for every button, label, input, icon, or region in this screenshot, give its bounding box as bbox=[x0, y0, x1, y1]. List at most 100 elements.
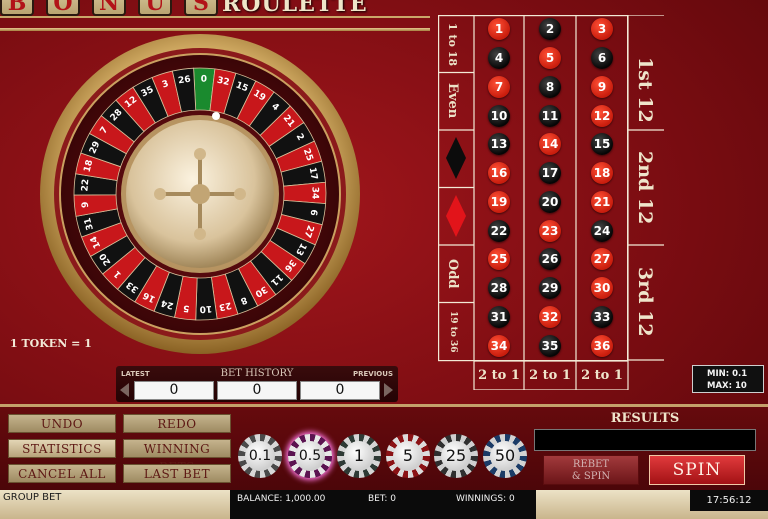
bet-number-33[interactable]: 33 bbox=[576, 303, 628, 332]
wheel-pocket-number: 34 bbox=[309, 187, 319, 200]
bet-2nd-12[interactable]: 2nd 12 bbox=[628, 151, 664, 224]
redo-button[interactable]: REDO bbox=[123, 414, 231, 433]
bet-number-15[interactable]: 15 bbox=[576, 130, 628, 159]
black-diamond-bet[interactable] bbox=[446, 137, 466, 179]
bet-number-34[interactable]: 34 bbox=[474, 331, 524, 360]
number-label: 25 bbox=[488, 248, 510, 271]
bet-number-27[interactable]: 27 bbox=[576, 245, 628, 274]
bet-number-13[interactable]: 13 bbox=[474, 130, 524, 159]
chip-25[interactable]: 25 bbox=[434, 434, 478, 478]
roulette-wheel: 0 32 15 19 4 21 2 25 17 34 6 27 13 36 11 30 8 23 10 5 24 16 33… bbox=[38, 32, 363, 357]
bet-number-17[interactable]: 17 bbox=[524, 159, 576, 188]
bet-number-19[interactable]: 19 bbox=[474, 188, 524, 217]
undo-button[interactable]: UNDO bbox=[8, 414, 116, 433]
logo-tile: N bbox=[92, 0, 126, 16]
bet-number-9[interactable]: 9 bbox=[576, 73, 628, 102]
bet-number-21[interactable]: 21 bbox=[576, 188, 628, 217]
bet-number-31[interactable]: 31 bbox=[474, 303, 524, 332]
bet-column-1[interactable]: 2 to 1 bbox=[474, 361, 524, 390]
bet-number-24[interactable]: 24 bbox=[576, 216, 628, 245]
wheel-pocket-number: 22 bbox=[80, 179, 91, 192]
bet-number-14[interactable]: 14 bbox=[524, 130, 576, 159]
bet-column-3[interactable]: 2 to 1 bbox=[576, 361, 628, 390]
bet-3rd-12[interactable]: 3rd 12 bbox=[628, 267, 664, 337]
bet-number-2[interactable]: 2 bbox=[524, 15, 576, 44]
history-prev-arrow[interactable] bbox=[120, 383, 129, 397]
rebet-and-spin-button[interactable]: REBET & SPIN bbox=[543, 455, 639, 485]
cancel-all-button[interactable]: CANCEL ALL bbox=[8, 464, 116, 483]
bet-number-11[interactable]: 11 bbox=[524, 101, 576, 130]
bet-number-4[interactable]: 4 bbox=[474, 44, 524, 73]
chip-1[interactable]: 1 bbox=[337, 434, 381, 478]
bet-column-2[interactable]: 2 to 1 bbox=[524, 361, 576, 390]
results-display bbox=[534, 429, 756, 451]
bet-history: BET HISTORY LATEST PREVIOUS 0 0 0 bbox=[116, 366, 398, 402]
bet-number-3[interactable]: 3 bbox=[576, 15, 628, 44]
chip-value: 1 bbox=[344, 441, 374, 471]
bet-number-36[interactable]: 36 bbox=[576, 331, 628, 360]
wheel-pocket-number: 5 bbox=[183, 302, 190, 313]
bet-odd[interactable]: Odd bbox=[445, 255, 460, 293]
statistics-button[interactable]: STATISTICS bbox=[8, 439, 116, 458]
bet-number-10[interactable]: 10 bbox=[474, 101, 524, 130]
bet-number-20[interactable]: 20 bbox=[524, 188, 576, 217]
latest-label: LATEST bbox=[121, 370, 150, 378]
chip-value: 5 bbox=[393, 441, 423, 471]
number-label: 11 bbox=[539, 104, 561, 127]
chip-5[interactable]: 5 bbox=[386, 434, 430, 478]
bet-limits: MIN: 0.1 MAX: 10 bbox=[692, 365, 764, 393]
bet-number-18[interactable]: 18 bbox=[576, 159, 628, 188]
bet-number-6[interactable]: 6 bbox=[576, 44, 628, 73]
results-label: RESULTS bbox=[610, 411, 680, 426]
number-label: 18 bbox=[591, 162, 613, 185]
logo-tile: U bbox=[138, 0, 172, 16]
number-label: 17 bbox=[539, 162, 561, 185]
bet-number-26[interactable]: 26 bbox=[524, 245, 576, 274]
winning-bets-button[interactable]: WINNING BETS bbox=[123, 439, 231, 474]
last-bet-button[interactable]: LAST BET bbox=[123, 464, 231, 483]
bet-readout: BET: 0 bbox=[368, 494, 396, 504]
wheel-pocket-number: 10 bbox=[199, 303, 212, 314]
number-label: 26 bbox=[539, 248, 561, 271]
bet-19-to-36[interactable]: 19 to 36 bbox=[448, 311, 458, 353]
wheel-pocket-number: 0 bbox=[201, 74, 208, 84]
history-next-arrow[interactable] bbox=[384, 383, 393, 397]
number-label: 28 bbox=[488, 277, 510, 300]
bet-number-23[interactable]: 23 bbox=[524, 216, 576, 245]
bet-1st-12[interactable]: 1st 12 bbox=[628, 57, 664, 123]
rebet-line-2: & SPIN bbox=[571, 471, 611, 482]
bet-number-16[interactable]: 16 bbox=[474, 159, 524, 188]
number-label: 34 bbox=[488, 334, 510, 357]
chip-0-5[interactable]: 0.5 bbox=[288, 434, 332, 478]
number-label: 31 bbox=[488, 305, 510, 328]
chip-50[interactable]: 50 bbox=[483, 434, 527, 478]
bet-number-8[interactable]: 8 bbox=[524, 73, 576, 102]
bet-even[interactable]: Even bbox=[445, 81, 460, 121]
logo-tile: O bbox=[46, 0, 80, 16]
red-diamond-bet[interactable] bbox=[446, 195, 466, 237]
bet-number-29[interactable]: 29 bbox=[524, 274, 576, 303]
bet-number-35[interactable]: 35 bbox=[524, 331, 576, 360]
bet-number-28[interactable]: 28 bbox=[474, 274, 524, 303]
bet-number-12[interactable]: 12 bbox=[576, 101, 628, 130]
number-label: 21 bbox=[591, 190, 613, 213]
bet-number-22[interactable]: 22 bbox=[474, 216, 524, 245]
bet-1-to-18[interactable]: 1 to 18 bbox=[446, 23, 459, 66]
history-value: 0 bbox=[300, 381, 380, 400]
group-bet-label: GROUP BET bbox=[3, 492, 62, 503]
roulette-ball bbox=[212, 112, 220, 120]
max-bet: MAX: 10 bbox=[707, 381, 747, 391]
bet-number-5[interactable]: 5 bbox=[524, 44, 576, 73]
balance-readout: BALANCE: 1,000.00 bbox=[237, 494, 326, 504]
bet-number-32[interactable]: 32 bbox=[524, 303, 576, 332]
number-label: 19 bbox=[488, 190, 510, 213]
dozen-label: 2nd 12 bbox=[634, 151, 656, 225]
chip-0-1[interactable]: 0.1 bbox=[238, 434, 282, 478]
number-label: 23 bbox=[539, 219, 561, 242]
bet-number-25[interactable]: 25 bbox=[474, 245, 524, 274]
spin-button[interactable]: SPIN bbox=[649, 455, 745, 485]
bet-number-7[interactable]: 7 bbox=[474, 73, 524, 102]
number-label: 2 bbox=[539, 18, 561, 41]
bet-number-30[interactable]: 30 bbox=[576, 274, 628, 303]
bet-number-1[interactable]: 1 bbox=[474, 15, 524, 44]
